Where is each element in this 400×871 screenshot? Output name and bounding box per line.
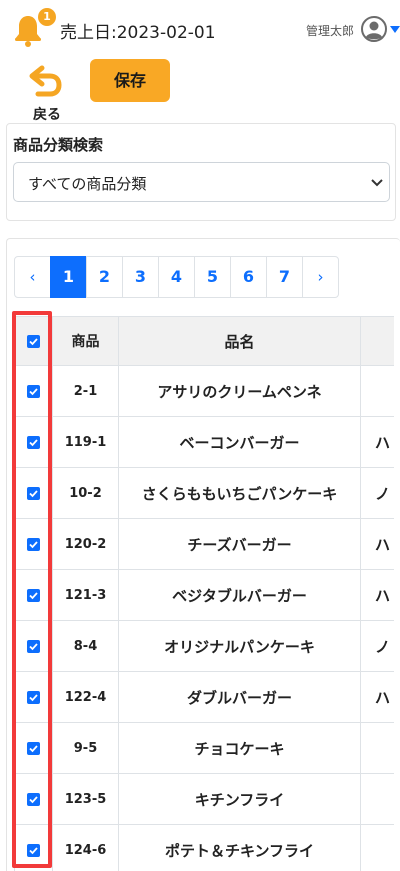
chevron-down-icon[interactable]	[390, 26, 400, 34]
back-arrow-icon	[29, 65, 62, 97]
product-extra: ハ	[375, 586, 391, 605]
page-prev[interactable]: ‹	[14, 256, 51, 298]
product-extra: ノ	[375, 484, 391, 503]
row-checkbox-cell	[14, 366, 53, 416]
row-checkbox-cell	[14, 723, 53, 773]
product-extra	[361, 366, 400, 416]
category-filter-label: 商品分類検索	[13, 136, 104, 154]
user-avatar-icon[interactable]	[361, 16, 387, 42]
checkbox-checked-icon[interactable]	[27, 741, 40, 755]
select-chevron-icon	[371, 179, 383, 187]
product-name: チョコケーキ	[119, 723, 361, 773]
product-name: チーズバーガー	[119, 519, 361, 569]
row-checkbox-cell	[14, 825, 53, 871]
page-7[interactable]: 7	[266, 256, 303, 298]
checkbox-checked-icon[interactable]	[27, 486, 40, 500]
back-label: 戻る	[33, 107, 61, 123]
table-row[interactable]: 9-5 チョコケーキ	[14, 723, 394, 774]
product-name: オリジナルパンケーキ	[119, 621, 361, 671]
checkbox-checked-icon[interactable]	[27, 537, 40, 551]
table-row[interactable]: 2-1 アサリのクリームペンネ	[14, 366, 394, 417]
product-table: 商品 品名 2-1 アサリのクリームペンネ 119-1 ベーコンバーガーハ 10-2 さく…	[14, 316, 394, 871]
product-extra: ハ	[375, 535, 391, 554]
pagination: ‹ 1 2 3 4 5 6 7 ›	[14, 256, 339, 298]
category-filter-card: 商品分類検索 すべての商品分類	[6, 123, 396, 221]
table-row[interactable]: 123-5 キチンフライ	[14, 774, 394, 825]
notification-badge: 1	[38, 8, 56, 26]
product-code: 124-6	[53, 825, 119, 871]
row-checkbox-cell	[14, 672, 53, 722]
top-bar: 1 売上日:2023-02-01 管理太郎	[0, 0, 400, 58]
checkbox-checked-icon[interactable]	[27, 843, 40, 857]
table-row[interactable]: 120-2 チーズバーガーハ	[14, 519, 394, 570]
table-row[interactable]: 124-6 ポテト＆チキンフライ	[14, 825, 394, 871]
product-code: 119-1	[53, 417, 119, 467]
sales-date: 売上日:2023-02-01	[60, 23, 216, 43]
page-6[interactable]: 6	[230, 256, 267, 298]
product-extra	[361, 825, 400, 871]
table-header-row: 商品 品名	[14, 316, 394, 366]
product-code: 120-2	[53, 519, 119, 569]
product-code: 9-5	[53, 723, 119, 773]
header-extra	[361, 317, 400, 365]
product-code: 121-3	[53, 570, 119, 620]
product-name: ダブルバーガー	[119, 672, 361, 722]
product-code: 2-1	[53, 366, 119, 416]
product-extra: ノ	[375, 637, 391, 656]
page-5[interactable]: 5	[194, 256, 231, 298]
page-1[interactable]: 1	[50, 256, 87, 298]
product-extra: ハ	[375, 688, 391, 707]
table-row[interactable]: 122-4 ダブルバーガーハ	[14, 672, 394, 723]
table-row[interactable]: 8-4 オリジナルパンケーキノ	[14, 621, 394, 672]
product-code: 122-4	[53, 672, 119, 722]
product-code: 8-4	[53, 621, 119, 671]
product-name: ポテト＆チキンフライ	[119, 825, 361, 871]
page-3[interactable]: 3	[122, 256, 159, 298]
row-checkbox-cell	[14, 774, 53, 824]
row-checkbox-cell	[14, 570, 53, 620]
checkbox-checked-icon[interactable]	[27, 588, 40, 602]
row-checkbox-cell	[14, 519, 53, 569]
checkbox-checked-icon[interactable]	[27, 384, 40, 398]
checkbox-checked-icon[interactable]	[27, 690, 40, 704]
product-name: ベジタブルバーガー	[119, 570, 361, 620]
select-all-checkbox[interactable]	[27, 334, 40, 348]
product-code: 123-5	[53, 774, 119, 824]
table-row[interactable]: 121-3 ベジタブルバーガーハ	[14, 570, 394, 621]
category-select-value: すべての商品分類	[28, 175, 147, 193]
product-list-card: ‹ 1 2 3 4 5 6 7 › 商品 品名 2-1 アサリのクリームペンネ 11…	[6, 238, 400, 871]
product-extra: ハ	[375, 433, 391, 452]
row-checkbox-cell	[14, 468, 53, 518]
table-row[interactable]: 10-2 さくらももいちごパンケーキノ	[14, 468, 394, 519]
product-name: アサリのクリームペンネ	[119, 366, 361, 416]
user-name[interactable]: 管理太郎	[306, 22, 354, 39]
page-4[interactable]: 4	[158, 256, 195, 298]
category-select[interactable]: すべての商品分類	[13, 162, 390, 202]
product-name: さくらももいちごパンケーキ	[119, 468, 361, 518]
save-button[interactable]: 保存	[90, 59, 170, 102]
select-all-cell	[14, 317, 53, 365]
header-name[interactable]: 品名	[119, 317, 361, 365]
product-code: 10-2	[53, 468, 119, 518]
header-code[interactable]: 商品	[53, 317, 119, 365]
checkbox-checked-icon[interactable]	[27, 792, 40, 806]
table-row[interactable]: 119-1 ベーコンバーガーハ	[14, 417, 394, 468]
page-next[interactable]: ›	[302, 256, 339, 298]
product-name: キチンフライ	[119, 774, 361, 824]
row-checkbox-cell	[14, 417, 53, 467]
product-extra	[361, 723, 400, 773]
checkbox-checked-icon[interactable]	[27, 435, 40, 449]
checkbox-checked-icon[interactable]	[27, 639, 40, 653]
product-extra	[361, 774, 400, 824]
row-checkbox-cell	[14, 621, 53, 671]
product-name: ベーコンバーガー	[119, 417, 361, 467]
back-button[interactable]: 戻る	[24, 62, 72, 123]
page-2[interactable]: 2	[86, 256, 123, 298]
